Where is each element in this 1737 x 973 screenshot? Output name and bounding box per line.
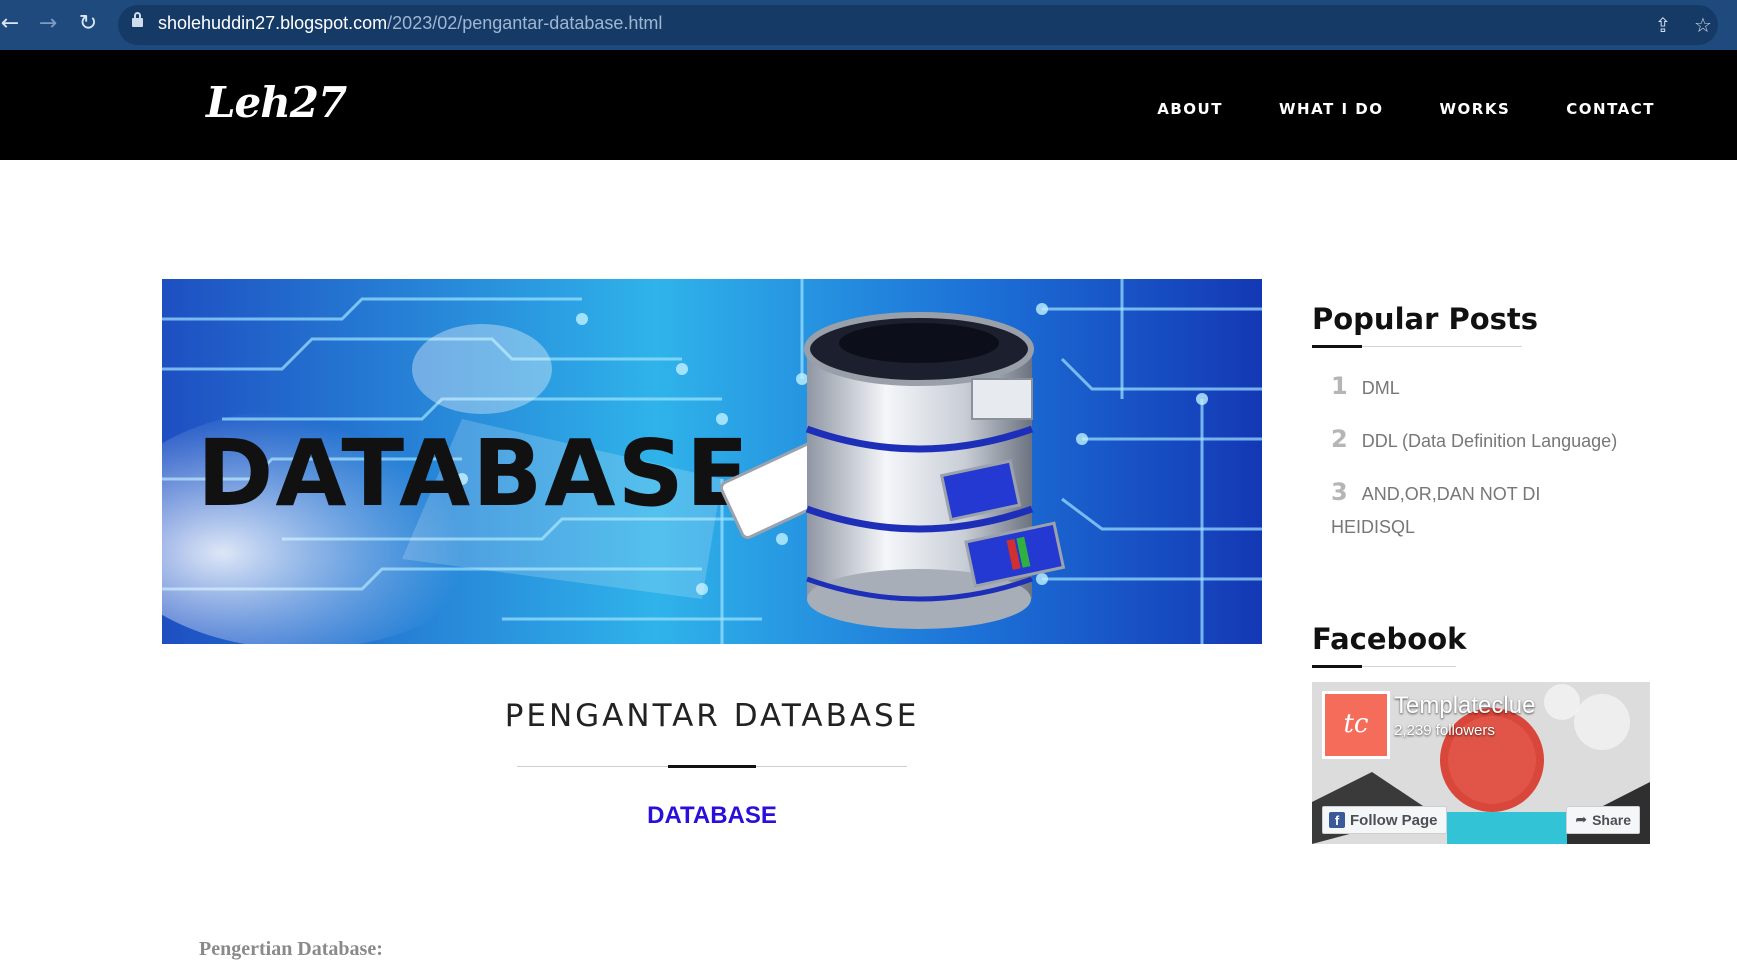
list-item[interactable]: 1 DML bbox=[1331, 370, 1651, 405]
share-icon[interactable]: ⇪ bbox=[1650, 12, 1676, 38]
browser-toolbar: ← → ↻ sholehuddin27.blogspot.com/2023/02… bbox=[0, 0, 1737, 50]
title-divider-accent bbox=[668, 765, 756, 768]
list-item[interactable]: 3 AND,OR,DAN NOT DI HEIDISQL bbox=[1331, 476, 1561, 544]
follow-page-button[interactable]: f Follow Page bbox=[1322, 806, 1447, 834]
menu-item-about[interactable]: ABOUT bbox=[1157, 100, 1223, 118]
menu-item-works[interactable]: WORKS bbox=[1439, 100, 1510, 118]
post-rank: 3 bbox=[1331, 478, 1348, 506]
menu-item-contact[interactable]: CONTACT bbox=[1566, 100, 1655, 118]
post-link[interactable]: DML bbox=[1362, 378, 1400, 398]
hero-text: DATABASE bbox=[197, 420, 751, 527]
share-button[interactable]: ➦ Share bbox=[1566, 806, 1640, 834]
post-link[interactable]: AND,OR,DAN NOT DI HEIDISQL bbox=[1331, 484, 1540, 537]
facebook-page-name[interactable]: Templateclue bbox=[1394, 692, 1535, 720]
post-featured-image: DATABASE bbox=[162, 279, 1262, 644]
url-host: sholehuddin27.blogspot.com bbox=[158, 13, 388, 33]
facebook-followers: 2,239 followers bbox=[1394, 722, 1495, 739]
forward-arrow-icon[interactable]: → bbox=[34, 10, 62, 38]
lock-icon[interactable] bbox=[132, 12, 143, 27]
site-header: Leh27 ABOUT WHAT I DO WORKS CONTACT bbox=[0, 50, 1737, 160]
menu-item-what-i-do[interactable]: WHAT I DO bbox=[1279, 100, 1384, 118]
popular-posts-list: 1 DML 2 DDL (Data Definition Language) 3 AN… bbox=[1331, 370, 1651, 562]
reload-icon[interactable]: ↻ bbox=[74, 10, 102, 38]
follow-page-label: Follow Page bbox=[1350, 811, 1438, 829]
url-path: /2023/02/pengantar-database.html bbox=[387, 13, 663, 33]
post-rank: 2 bbox=[1331, 425, 1348, 453]
facebook-avatar[interactable]: tc bbox=[1322, 691, 1390, 759]
facebook-icon: f bbox=[1329, 812, 1345, 828]
share-arrow-icon: ➦ bbox=[1575, 812, 1588, 828]
post-subheading: DATABASE bbox=[647, 802, 777, 829]
main-menu: ABOUT WHAT I DO WORKS CONTACT bbox=[1101, 100, 1655, 118]
url-text[interactable]: sholehuddin27.blogspot.com/2023/02/penga… bbox=[158, 13, 662, 34]
post-rank: 1 bbox=[1331, 372, 1348, 400]
popular-posts-rule-accent bbox=[1312, 345, 1362, 348]
database-illustration: DATABASE bbox=[162, 279, 1262, 644]
star-icon[interactable]: ☆ bbox=[1690, 12, 1716, 38]
site-logo[interactable]: Leh27 bbox=[206, 78, 347, 127]
back-arrow-icon[interactable]: ← bbox=[0, 10, 24, 38]
popular-posts-title: Popular Posts bbox=[1312, 302, 1539, 336]
paragraph-heading: Pengertian Database: bbox=[199, 938, 383, 960]
post-link[interactable]: DDL (Data Definition Language) bbox=[1362, 431, 1617, 451]
post-title: PENGANTAR DATABASE bbox=[504, 698, 920, 734]
share-label: Share bbox=[1592, 812, 1631, 828]
facebook-rule-accent bbox=[1312, 665, 1362, 668]
facebook-page-widget[interactable]: tc Templateclue 2,239 followers f Follow… bbox=[1312, 682, 1650, 844]
list-item[interactable]: 2 DDL (Data Definition Language) bbox=[1331, 423, 1651, 458]
facebook-title: Facebook bbox=[1312, 622, 1467, 656]
